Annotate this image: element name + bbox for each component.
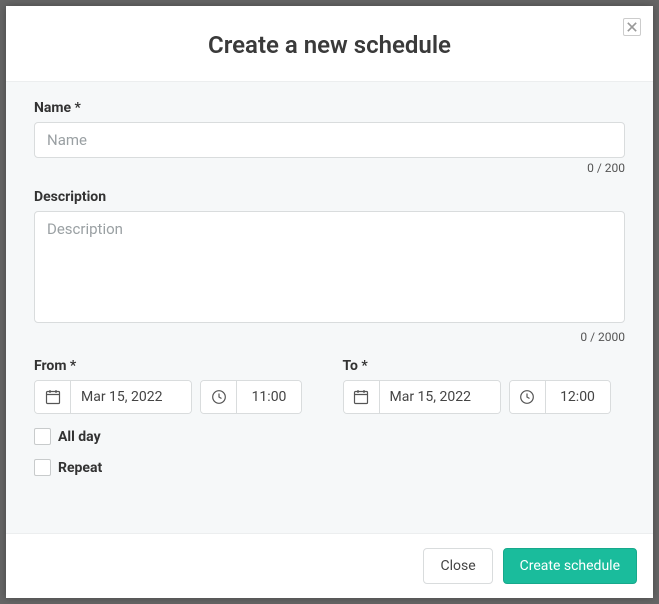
from-date-input[interactable]: [71, 381, 191, 413]
from-time-input[interactable]: [237, 381, 301, 413]
create-schedule-button[interactable]: Create schedule: [503, 548, 637, 584]
allday-checkbox[interactable]: [34, 428, 51, 445]
calendar-icon: [344, 381, 380, 413]
to-group: To *: [343, 358, 626, 414]
allday-label: All day: [58, 429, 101, 445]
close-button[interactable]: Close: [423, 548, 492, 584]
clock-icon: [510, 381, 546, 413]
description-group: Description 0 / 2000: [34, 189, 625, 344]
from-group: From *: [34, 358, 317, 414]
modal-title: Create a new schedule: [26, 31, 633, 59]
description-label: Description: [34, 189, 625, 205]
from-date-group[interactable]: [34, 380, 192, 414]
to-time-group[interactable]: [509, 380, 611, 414]
repeat-checkbox[interactable]: [34, 459, 51, 476]
name-label: Name *: [34, 100, 625, 116]
name-counter: 0 / 200: [34, 161, 625, 175]
to-time-input[interactable]: [546, 381, 610, 413]
description-input[interactable]: [34, 211, 625, 323]
name-group: Name * 0 / 200: [34, 100, 625, 175]
clock-icon: [201, 381, 237, 413]
allday-row: All day: [34, 428, 625, 445]
close-icon-button[interactable]: [623, 18, 641, 36]
close-icon: [627, 22, 637, 32]
calendar-icon: [35, 381, 71, 413]
repeat-row: Repeat: [34, 459, 625, 476]
repeat-label: Repeat: [58, 460, 102, 476]
create-schedule-modal: Create a new schedule Name * 0 / 200 Des…: [6, 6, 653, 598]
modal-header: Create a new schedule: [6, 6, 653, 82]
name-input[interactable]: [34, 122, 625, 158]
to-date-input[interactable]: [380, 381, 500, 413]
to-label: To *: [343, 358, 626, 374]
modal-footer: Close Create schedule: [6, 533, 653, 598]
modal-body: Name * 0 / 200 Description 0 / 2000 From…: [6, 82, 653, 533]
description-counter: 0 / 2000: [34, 330, 625, 344]
to-date-group[interactable]: [343, 380, 501, 414]
datetime-row: From *: [34, 358, 625, 414]
from-time-group[interactable]: [200, 380, 302, 414]
from-label: From *: [34, 358, 317, 374]
